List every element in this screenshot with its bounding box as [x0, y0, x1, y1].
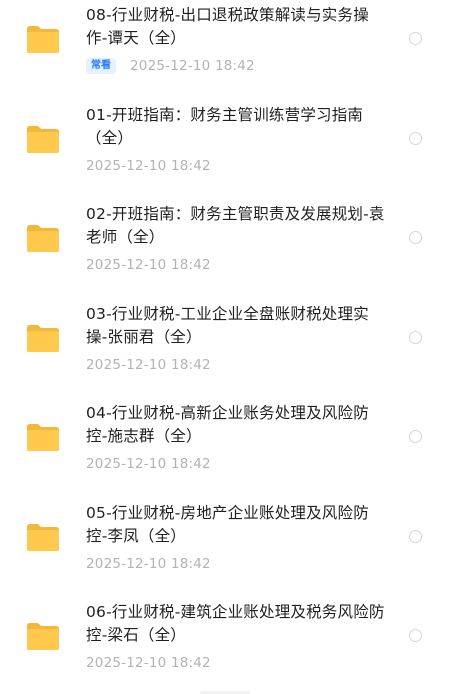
folder-icon [25, 223, 61, 253]
select-radio[interactable] [409, 231, 422, 244]
file-meta: 2025-12-10 18:42 [86, 255, 211, 275]
file-name: 05-行业财税-房地产企业账处理及风险防控-李凤（全） [86, 503, 369, 545]
select-radio[interactable] [409, 330, 422, 344]
file-meta: 2025-12-10 18:42 [86, 554, 211, 574]
file-name: 04-行业财税-高新企业账务处理及风险防控-施志群（全） [86, 404, 369, 445]
list-item[interactable]: 08-行业财税-出口退税政策解读与实务操作-谭天（全） 常看 2025-12-1… [0, 0, 450, 92]
file-date: 2025-12-10 18:42 [86, 157, 211, 174]
file-date: 2025-12-10 18:42 [86, 456, 211, 472]
file-meta: 2025-12-10 18:42 [86, 653, 211, 673]
file-name: 06-行业财税-建筑企业账处理及税务风险防控-梁石（全） [86, 603, 385, 644]
list-item[interactable]: 05-行业财税-房地产企业账处理及风险防控-李凤（全） 2025-12-10 1… [0, 490, 450, 590]
file-name: 02-开班指南：财务主管职责及发展规划-袁老师（全） [86, 205, 385, 246]
select-radio[interactable] [409, 629, 422, 642]
list-item[interactable]: 03-行业财税-工业企业全盘账财税处理实操-张丽君（全） 2025-12-10 … [0, 291, 450, 391]
select-radio[interactable] [409, 32, 422, 45]
select-radio[interactable] [409, 430, 422, 443]
select-radio[interactable] [409, 529, 422, 543]
folder-icon [25, 323, 61, 353]
file-name: 08-行业财税-出口退税政策解读与实务操作-谭天（全） [86, 6, 369, 47]
file-meta: 常看 2025-12-10 18:42 [86, 56, 255, 76]
file-meta: 2025-12-10 18:42 [86, 355, 211, 375]
file-date: 2025-12-10 18:42 [86, 257, 211, 273]
list-item[interactable]: 06-行业财税-建筑企业账处理及税务风险防控-梁石（全） 2025-12-10 … [0, 589, 450, 689]
folder-icon [25, 124, 61, 154]
file-meta: 2025-12-10 18:42 [86, 156, 211, 176]
folder-icon [25, 422, 61, 452]
file-date: 2025-12-10 18:42 [86, 655, 211, 671]
file-date: 2025-12-10 18:42 [86, 555, 211, 572]
list-item[interactable]: 04-行业财税-高新企业账务处理及风险防控-施志群（全） 2025-12-10 … [0, 390, 450, 490]
select-radio[interactable] [409, 131, 422, 145]
file-date: 2025-12-10 18:42 [86, 356, 211, 373]
list-item[interactable]: 01-开班指南：财务主管训练营学习指南（全） 2025-12-10 18:42 [0, 92, 450, 192]
list-item[interactable]: 02-开班指南：财务主管职责及发展规划-袁老师（全） 2025-12-10 18… [0, 191, 450, 291]
file-meta: 2025-12-10 18:42 [86, 454, 211, 474]
folder-icon [25, 522, 61, 552]
file-name: 03-行业财税-工业企业全盘账财税处理实操-张丽君（全） [86, 304, 369, 346]
folder-icon [25, 621, 61, 651]
file-list: 08-行业财税-出口退税政策解读与实务操作-谭天（全） 常看 2025-12-1… [0, 0, 450, 689]
file-name: 01-开班指南：财务主管训练营学习指南（全） [86, 105, 364, 147]
frequently-viewed-badge: 常看 [86, 58, 116, 74]
folder-icon [25, 24, 61, 54]
file-date: 2025-12-10 18:42 [130, 58, 255, 74]
